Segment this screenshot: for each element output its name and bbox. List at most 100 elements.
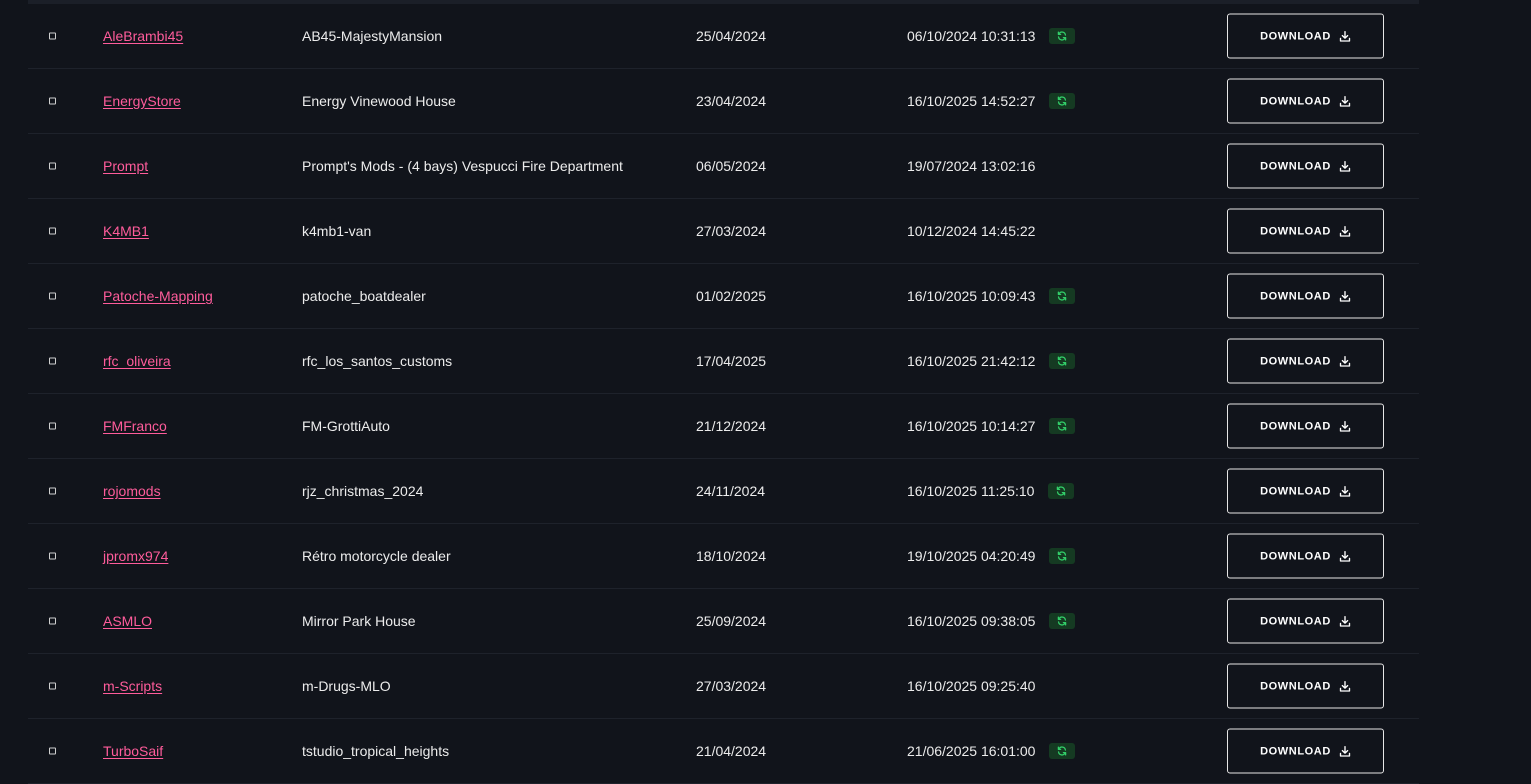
resource-name: rfc_los_santos_customs [302, 353, 453, 369]
created-date: 25/04/2024 [696, 28, 767, 44]
download-button[interactable]: DOWNLOAD [1227, 208, 1384, 254]
author-link[interactable]: jpromx974 [103, 548, 168, 564]
updated-timestamp: 19/07/2024 13:02:16 [907, 158, 1036, 174]
row-checkbox[interactable] [49, 552, 56, 560]
updated-cell: 16/10/2025 09:25:40 [907, 678, 1035, 694]
download-icon [1339, 550, 1351, 562]
download-icon [1339, 355, 1351, 367]
updated-timestamp: 16/10/2025 10:09:43 [907, 288, 1036, 304]
download-button[interactable]: DOWNLOAD [1227, 663, 1384, 709]
row-checkbox[interactable] [49, 97, 56, 105]
sync-badge[interactable] [1049, 288, 1076, 304]
updated-timestamp: 10/12/2024 14:45:22 [907, 223, 1036, 239]
author-link[interactable]: TurboSaif [103, 743, 163, 759]
created-date: 17/04/2025 [696, 353, 767, 369]
table-row: TurboSaif tstudio_tropical_heights 21/04… [28, 719, 1419, 784]
updated-cell: 21/06/2025 16:01:00 [907, 743, 1076, 759]
sync-badge[interactable] [1049, 28, 1076, 44]
updated-timestamp: 21/06/2025 16:01:00 [907, 743, 1036, 759]
table-row: rfc_oliveira rfc_los_santos_customs 17/0… [28, 329, 1419, 394]
row-checkbox[interactable] [49, 617, 56, 625]
author-link[interactable]: AleBrambi45 [103, 28, 183, 44]
row-checkbox[interactable] [49, 162, 56, 170]
download-icon [1339, 485, 1351, 497]
sync-badge[interactable] [1049, 548, 1076, 564]
download-button[interactable]: DOWNLOAD [1227, 338, 1384, 384]
sync-badge[interactable] [1049, 353, 1076, 369]
updated-cell: 16/10/2025 21:42:12 [907, 353, 1076, 369]
created-date: 06/05/2024 [696, 158, 767, 174]
row-checkbox[interactable] [49, 32, 56, 40]
row-checkbox[interactable] [49, 227, 56, 235]
row-checkbox[interactable] [49, 487, 56, 495]
updated-timestamp: 16/10/2025 09:38:05 [907, 613, 1036, 629]
sync-badge[interactable] [1049, 93, 1076, 109]
sync-icon [1058, 746, 1067, 756]
sync-badge[interactable] [1049, 613, 1076, 629]
created-date: 27/03/2024 [696, 678, 767, 694]
table-row: ASMLO Mirror Park House 25/09/2024 16/10… [28, 589, 1419, 654]
author-link[interactable]: m-Scripts [103, 678, 162, 694]
download-button[interactable]: DOWNLOAD [1227, 728, 1384, 774]
table-row: rojomods rjz_christmas_2024 24/11/2024 1… [28, 459, 1419, 524]
row-checkbox[interactable] [49, 357, 56, 365]
row-checkbox[interactable] [49, 682, 56, 690]
download-icon [1339, 420, 1351, 432]
resource-name: FM-GrottiAuto [302, 418, 390, 434]
download-button[interactable]: DOWNLOAD [1227, 13, 1384, 59]
created-date: 18/10/2024 [696, 548, 767, 564]
updated-cell: 16/10/2025 10:09:43 [907, 288, 1076, 304]
sync-icon [1058, 291, 1067, 301]
author-link[interactable]: Prompt [103, 158, 148, 174]
author-link[interactable]: FMFranco [103, 418, 167, 434]
author-link[interactable]: rfc_oliveira [103, 353, 171, 369]
download-label: DOWNLOAD [1260, 160, 1331, 172]
author-link[interactable]: rojomods [103, 483, 161, 499]
row-checkbox[interactable] [49, 292, 56, 300]
download-button[interactable]: DOWNLOAD [1227, 78, 1384, 124]
download-button[interactable]: DOWNLOAD [1227, 468, 1384, 514]
created-date: 21/12/2024 [696, 418, 767, 434]
updated-timestamp: 06/10/2024 10:31:13 [907, 28, 1036, 44]
author-link[interactable]: Patoche-Mapping [103, 288, 213, 304]
download-icon [1339, 680, 1351, 692]
download-label: DOWNLOAD [1260, 290, 1331, 302]
resource-name: Rétro motorcycle dealer [302, 548, 451, 564]
download-label: DOWNLOAD [1260, 355, 1331, 367]
author-link[interactable]: ASMLO [103, 613, 152, 629]
author-link[interactable]: K4MB1 [103, 223, 149, 239]
download-icon [1339, 160, 1351, 172]
download-icon [1339, 745, 1351, 757]
updated-cell: 16/10/2025 11:25:10 [907, 483, 1075, 499]
sync-icon [1058, 96, 1067, 106]
download-button[interactable]: DOWNLOAD [1227, 533, 1384, 579]
sync-icon [1058, 31, 1067, 41]
sync-badge[interactable] [1048, 483, 1075, 499]
table-row: EnergyStore Energy Vinewood House 23/04/… [28, 69, 1419, 134]
resource-name: k4mb1-van [302, 223, 372, 239]
sync-badge[interactable] [1049, 743, 1076, 759]
row-checkbox[interactable] [49, 422, 56, 430]
updated-timestamp: 16/10/2025 09:25:40 [907, 678, 1036, 694]
download-label: DOWNLOAD [1260, 30, 1331, 42]
download-button[interactable]: DOWNLOAD [1227, 403, 1384, 449]
sync-icon [1058, 616, 1067, 626]
sync-badge[interactable] [1049, 418, 1076, 434]
author-link[interactable]: EnergyStore [103, 93, 181, 109]
download-label: DOWNLOAD [1260, 745, 1331, 757]
updated-cell: 19/10/2025 04:20:49 [907, 548, 1076, 564]
resource-name: m-Drugs-MLO [302, 678, 391, 694]
row-checkbox[interactable] [49, 747, 56, 755]
created-date: 25/09/2024 [696, 613, 767, 629]
table-row: K4MB1 k4mb1-van 27/03/2024 10/12/2024 14… [28, 199, 1419, 264]
download-icon [1339, 615, 1351, 627]
resource-name: Energy Vinewood House [302, 93, 456, 109]
resource-name: tstudio_tropical_heights [302, 743, 450, 759]
download-button[interactable]: DOWNLOAD [1227, 143, 1384, 189]
download-label: DOWNLOAD [1260, 550, 1331, 562]
download-button[interactable]: DOWNLOAD [1227, 598, 1384, 644]
updated-cell: 16/10/2025 09:38:05 [907, 613, 1076, 629]
download-button[interactable]: DOWNLOAD [1227, 273, 1384, 319]
resource-name: Prompt's Mods - (4 bays) Vespucci Fire D… [302, 158, 623, 174]
updated-timestamp: 16/10/2025 10:14:27 [907, 418, 1036, 434]
